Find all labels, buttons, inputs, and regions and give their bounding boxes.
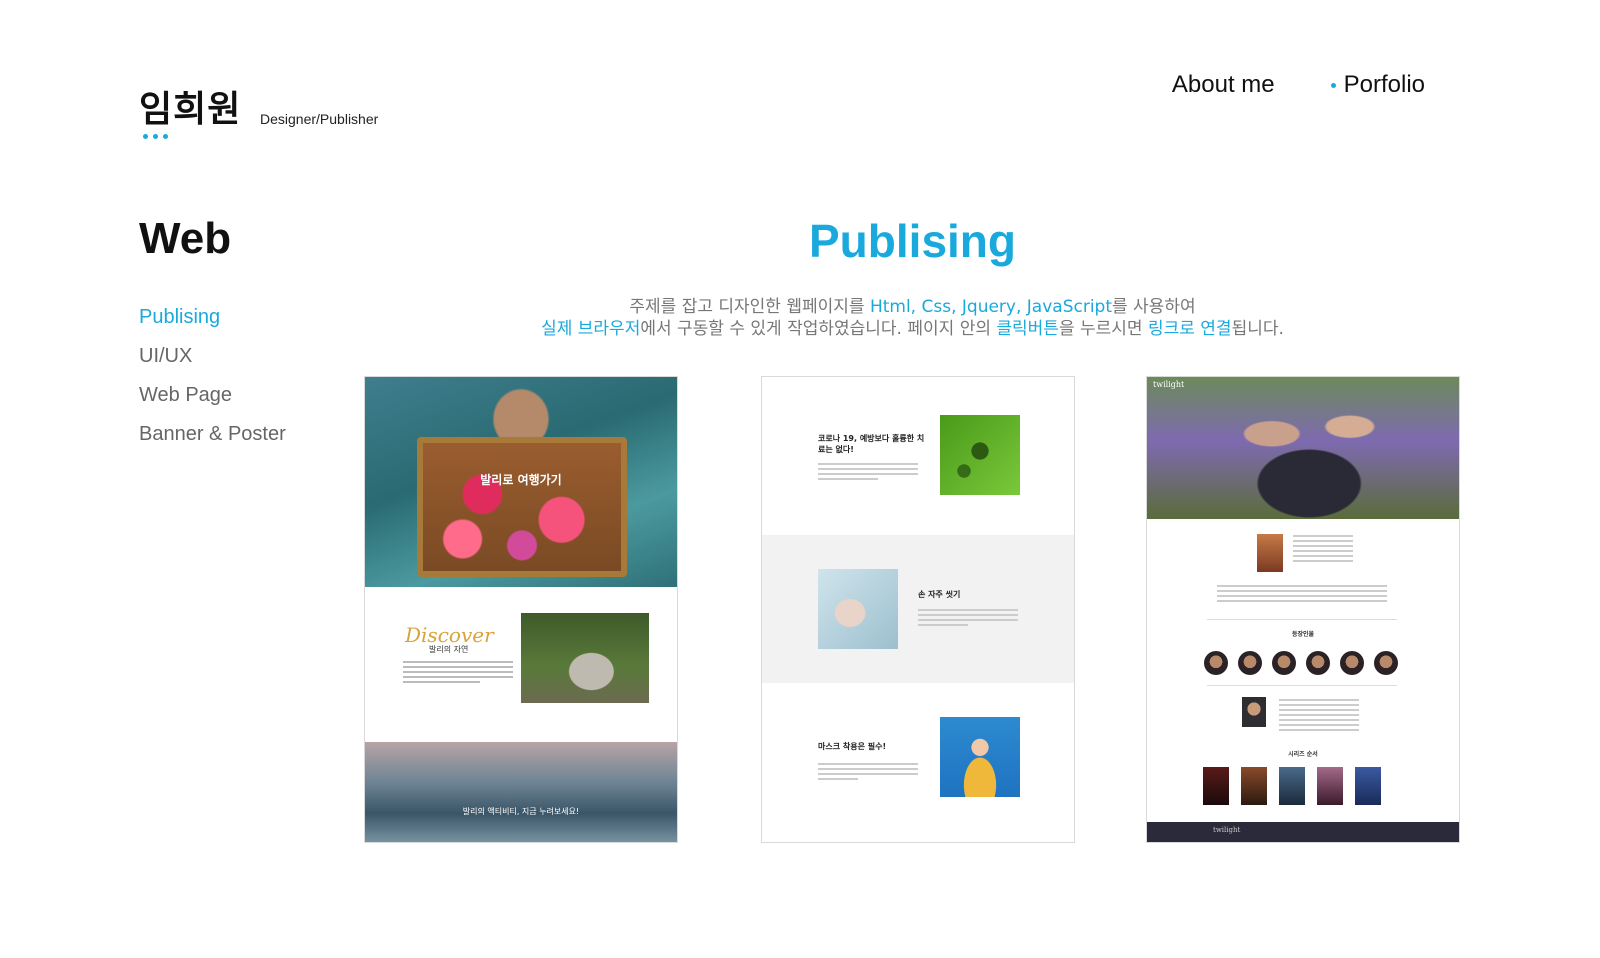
divider <box>1207 619 1397 620</box>
nav-portfolio[interactable]: Porfolio <box>1330 71 1425 99</box>
covid-section-1: 코로나 19, 예방보다 훌륭한 치료는 없다! <box>762 377 1074 525</box>
movie-poster-image <box>1257 534 1283 572</box>
desc-highlight: Html, Css, Jquery, JavaScript <box>869 297 1112 317</box>
covid-section-3-lines <box>818 763 918 783</box>
cast-title: 등장인물 <box>1291 631 1315 638</box>
avatar <box>1306 651 1330 675</box>
footer-logo: twilight <box>1213 826 1241 834</box>
twilight-hero-image: twilight <box>1147 377 1459 519</box>
avatar <box>1374 651 1398 675</box>
nav-about-me[interactable]: About me <box>1172 71 1275 99</box>
page-description: 주제를 잡고 디자인한 웹페이지를 Html, Css, Jquery, Jav… <box>361 296 1464 340</box>
nav-about-me-label: About me <box>1171 71 1275 98</box>
poster-thumbnail <box>1203 767 1229 805</box>
poster-thumbnail <box>1317 767 1343 805</box>
covid-section-2: 손 자주 씻기 <box>762 535 1074 683</box>
section-title: Web <box>139 214 232 263</box>
covid-section-3: 마스크 착용은 필수! <box>762 683 1074 831</box>
desc-text: 주제를 잡고 디자인한 웹페이지를 <box>629 297 870 317</box>
activity-banner-image: 발리의 액티비티, 지금 누려보세요! <box>365 742 677 842</box>
monkey-image <box>521 613 649 703</box>
desc-text: 를 사용하여 <box>1112 297 1196 317</box>
page-heading: Publising <box>809 215 1016 267</box>
project-card-twilight[interactable]: twilight 등장인물 시리즈 순서 twilight <box>1146 376 1460 843</box>
avatar <box>1340 651 1364 675</box>
director-image <box>1242 697 1266 727</box>
poster-thumbnail <box>1279 767 1305 805</box>
travel-discover-section: Discover 발리의 자연 <box>365 587 677 742</box>
logo-dots <box>143 134 168 139</box>
active-dot-icon <box>1330 82 1336 88</box>
logo-role: Designer/Publisher <box>260 111 379 127</box>
category-banner-poster[interactable]: Banner & Poster <box>139 423 286 446</box>
movie-info-lines <box>1293 535 1353 565</box>
project-card-covid[interactable]: 코로나 19, 예방보다 훌륭한 치료는 없다! 손 자주 씻기 마스크 착용은… <box>761 376 1075 843</box>
category-nav: Publising UI/UX Web Page Banner & Poster <box>139 306 286 462</box>
mask-woman-image <box>940 717 1020 797</box>
project-card-travel[interactable]: 발리로 여행가기 Discover 발리의 자연 발리의 액티비티, 지금 누려… <box>364 376 678 843</box>
series-posters <box>1203 767 1381 805</box>
covid-section-2-title: 손 자주 씻기 <box>918 590 961 599</box>
covid-section-2-lines <box>918 609 1018 629</box>
desc-text: 에서 구동할 수 있게 작업하였습니다. 페이지 안의 <box>640 319 997 339</box>
nav-portfolio-label: Porfolio <box>1343 71 1425 98</box>
director-info-lines <box>1279 699 1359 734</box>
series-title: 시리즈 순서 <box>1288 751 1318 758</box>
activity-banner-text: 발리의 액티비티, 지금 누려보세요! <box>462 807 580 816</box>
description-line-1: 주제를 잡고 디자인한 웹페이지를 Html, Css, Jquery, Jav… <box>361 296 1464 318</box>
travel-hero-image: 발리로 여행가기 <box>365 377 677 587</box>
poster-thumbnail <box>1241 767 1267 805</box>
flower-tray-image <box>417 437 627 577</box>
site-logo[interactable]: 임희원 <box>139 88 242 139</box>
desc-text: 됩니다. <box>1231 319 1284 339</box>
desc-text: 을 누르시면 <box>1058 319 1148 339</box>
logo-name: 임희원 <box>139 89 242 130</box>
covid-section-1-lines <box>818 463 918 483</box>
description-line-2: 실제 브라우저에서 구동할 수 있게 작업하였습니다. 페이지 안의 클릭버튼을… <box>361 318 1464 340</box>
desc-highlight: 링크로 연결 <box>1147 319 1232 339</box>
travel-hero-text: 발리로 여행가기 <box>480 473 562 487</box>
category-publising[interactable]: Publising <box>139 306 286 329</box>
category-ui-ux[interactable]: UI/UX <box>139 345 286 368</box>
twilight-content: 등장인물 시리즈 순서 <box>1147 519 1459 824</box>
discover-subtitle: 발리의 자연 <box>429 645 469 654</box>
discover-text-lines <box>403 661 513 686</box>
divider <box>1207 685 1397 686</box>
desc-highlight: 클릭버튼 <box>996 319 1059 339</box>
twilight-footer: twilight <box>1147 822 1459 842</box>
virus-image <box>940 415 1020 495</box>
synopsis-lines <box>1217 585 1387 605</box>
top-nav: About me Porfolio <box>1172 71 1425 99</box>
poster-thumbnail <box>1355 767 1381 805</box>
covid-section-1-title: 코로나 19, 예방보다 훌륭한 치료는 없다! <box>818 434 925 454</box>
twilight-logo: twilight <box>1153 380 1185 389</box>
avatar <box>1272 651 1296 675</box>
cast-avatars <box>1204 651 1398 675</box>
hand-washing-image <box>818 569 898 649</box>
avatar <box>1204 651 1228 675</box>
covid-section-3-title: 마스크 착용은 필수! <box>818 742 887 751</box>
avatar <box>1238 651 1262 675</box>
desc-highlight: 실제 브라우저 <box>541 319 641 339</box>
category-web-page[interactable]: Web Page <box>139 384 286 407</box>
